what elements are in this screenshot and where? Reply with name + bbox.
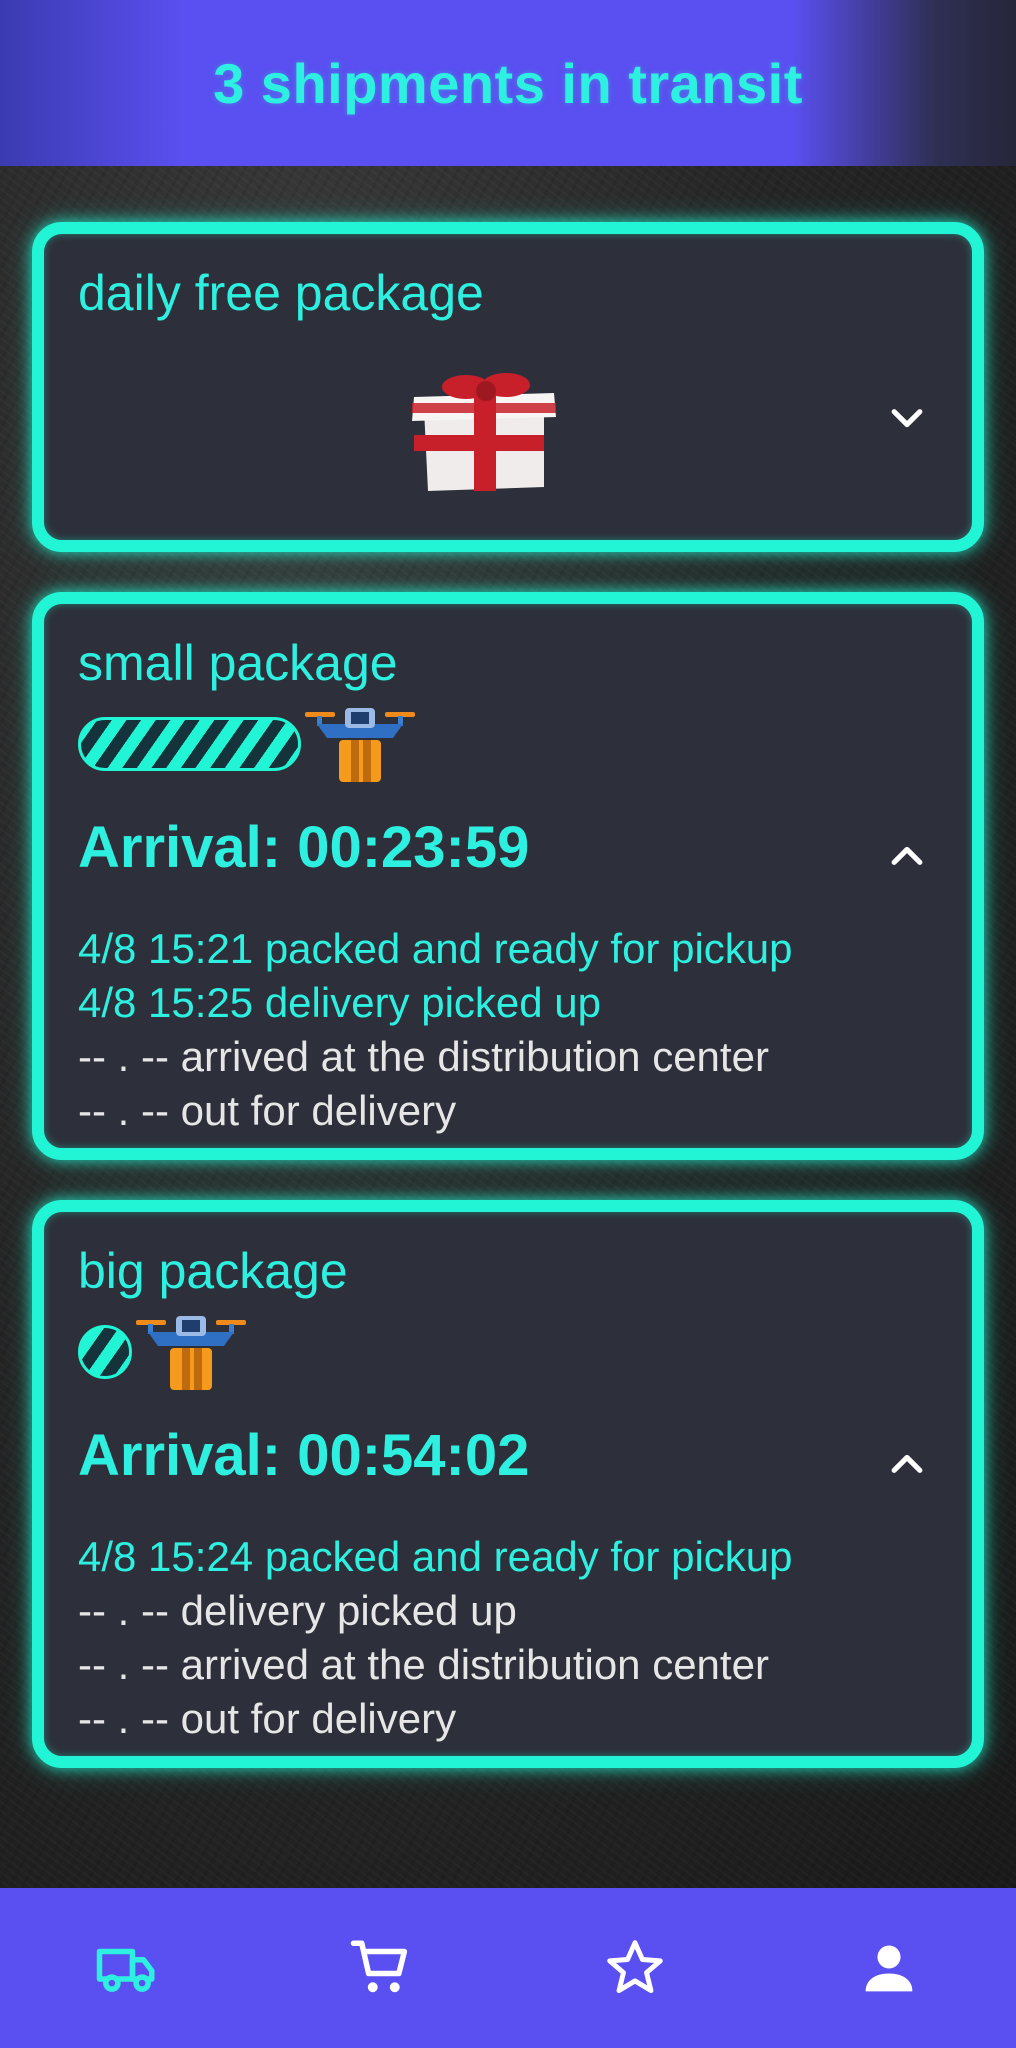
tracking-events: 4/8 15:24 packed and ready for pickup --… (78, 1530, 793, 1746)
bottom-nav (0, 1888, 1016, 2048)
tracking-event: -- . -- out for delivery (78, 1695, 457, 1742)
tracking-event: 4/8 15:24 packed and ready for pickup (78, 1533, 793, 1580)
drone-icon (136, 1316, 246, 1390)
shipment-title: daily free package (78, 265, 484, 321)
header: 3 shipments in transit (0, 0, 1016, 166)
chevron-down-icon (891, 409, 923, 428)
tracking-event: 4/8 15:25 delivery picked up (78, 979, 602, 1026)
collapse-toggle[interactable] (872, 1428, 942, 1498)
shipment-card-small[interactable]: small package Arrival: 00:23:59 4/8 15:2… (32, 592, 984, 1160)
arrival-countdown: Arrival: 00:54:02 (78, 1423, 530, 1488)
expand-toggle[interactable] (872, 384, 942, 454)
cart-icon (350, 1940, 408, 1993)
drone-icon (305, 708, 415, 782)
collapse-toggle[interactable] (872, 820, 942, 890)
tracking-event: -- . -- arrived at the distribution cent… (78, 1033, 769, 1080)
shipment-title: big package (78, 1243, 348, 1299)
page-title: 3 shipments in transit (213, 51, 803, 115)
tracking-event: -- . -- arrived at the distribution cent… (78, 1641, 769, 1688)
tracking-events: 4/8 15:21 packed and ready for pickup 4/… (78, 922, 793, 1138)
delivery-progress (78, 704, 419, 784)
arrival-countdown: Arrival: 00:23:59 (78, 815, 530, 880)
nav-shipments[interactable] (77, 1918, 177, 2018)
chevron-up-icon (891, 846, 923, 865)
shipment-card-daily[interactable]: daily free package (32, 222, 984, 552)
shipment-title: small package (78, 635, 398, 691)
tracking-event: -- . -- out for delivery (78, 1087, 457, 1134)
chevron-up-icon (891, 1454, 923, 1473)
progress-bar (78, 717, 301, 771)
progress-bar (78, 1325, 132, 1379)
truck-icon (96, 1948, 155, 1992)
gift-box-icon (412, 373, 556, 491)
shipment-card-big[interactable]: big package Arrival: 00:54:02 4/8 15:24 … (32, 1200, 984, 1768)
person-icon (865, 1945, 913, 1992)
nav-profile[interactable] (839, 1918, 939, 2018)
star-icon (607, 1940, 663, 1994)
nav-shop[interactable] (331, 1918, 431, 2018)
tracking-event: -- . -- delivery picked up (78, 1587, 517, 1634)
nav-favorites[interactable] (585, 1918, 685, 2018)
tracking-event: 4/8 15:21 packed and ready for pickup (78, 925, 793, 972)
delivery-progress (78, 1312, 250, 1392)
